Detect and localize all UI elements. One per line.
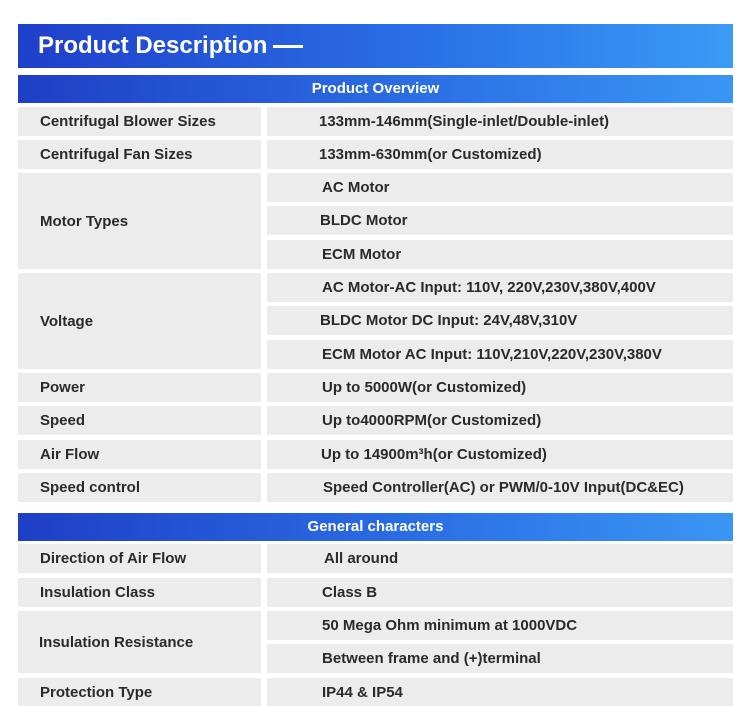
header-banner: Product Description bbox=[18, 24, 733, 68]
protection-type-label: Protection Type bbox=[18, 678, 261, 706]
protection-type-value: IP44 & IP54 bbox=[267, 678, 733, 706]
insulation-class-value: Class B bbox=[267, 578, 733, 607]
air-direction-label: Direction of Air Flow bbox=[18, 544, 261, 573]
airflow-label: Air Flow bbox=[18, 440, 261, 469]
voltage-label: Voltage bbox=[18, 273, 261, 369]
voltage-value-ecm: ECM Motor AC Input: 110V,210V,220V,230V,… bbox=[267, 340, 733, 369]
section-overview-heading: Product Overview bbox=[18, 75, 733, 103]
motor-value-ac: AC Motor bbox=[267, 173, 733, 202]
insulation-resistance-label: Insulation Resistance bbox=[18, 611, 261, 673]
air-direction-value: All around bbox=[267, 544, 733, 573]
voltage-value-ac: AC Motor-AC Input: 110V, 220V,230V,380V,… bbox=[267, 273, 733, 302]
fan-label: Centrifugal Fan Sizes bbox=[18, 140, 261, 169]
insulation-resistance-note: Between frame and (+)terminal bbox=[267, 644, 733, 673]
airflow-value: Up to 14900m³h(or Customized) bbox=[267, 440, 733, 469]
speed-label: Speed bbox=[18, 406, 261, 435]
fan-value: 133mm-630mm(or Customized) bbox=[267, 140, 733, 169]
motor-label: Motor Types bbox=[18, 173, 261, 269]
insulation-resistance-value: 50 Mega Ohm minimum at 1000VDC bbox=[267, 611, 733, 640]
speed-value: Up to4000RPM(or Customized) bbox=[267, 406, 733, 435]
power-value: Up to 5000W(or Customized) bbox=[267, 373, 733, 402]
insulation-class-label: Insulation Class bbox=[18, 578, 261, 607]
section-general-heading: General characters bbox=[18, 513, 733, 541]
blower-label: Centrifugal Blower Sizes bbox=[18, 107, 261, 136]
blower-value: 133mm-146mm(Single-inlet/Double-inlet) bbox=[267, 107, 733, 136]
motor-value-ecm: ECM Motor bbox=[267, 240, 733, 269]
voltage-value-bldc: BLDC Motor DC Input: 24V,48V,310V bbox=[267, 306, 733, 335]
page-title: Product Description bbox=[38, 24, 304, 68]
title-dash bbox=[273, 45, 304, 49]
speed-control-value: Speed Controller(AC) or PWM/0-10V Input(… bbox=[267, 473, 733, 502]
power-label: Power bbox=[18, 373, 261, 402]
speed-control-label: Speed control bbox=[18, 473, 261, 502]
motor-value-bldc: BLDC Motor bbox=[267, 206, 733, 235]
